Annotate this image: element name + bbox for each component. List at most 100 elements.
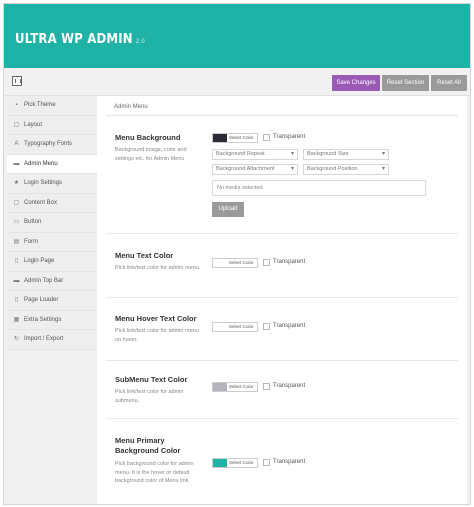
menu-primary-bg-color-chip — [213, 459, 227, 467]
menu-hover-text-color-title: Menu Hover Text Color — [115, 314, 197, 323]
sidebar-item-page-loader[interactable]: ▯ Page Loader — [7, 291, 97, 311]
background-size-select[interactable]: Background Size — [303, 149, 389, 160]
sidebar-item-extra-settings[interactable]: ▦ Extra Settings — [7, 310, 97, 330]
menu-text-color-chip — [213, 259, 227, 267]
app-title-text: ULTRA WP ADMIN — [15, 32, 133, 47]
select-color-label: Select Color — [229, 384, 254, 389]
menu-background-transparent-checkbox[interactable] — [263, 134, 270, 141]
menu-primary-bg-color-picker[interactable]: Select Color — [212, 458, 258, 468]
main-panel: Admin Menu Menu Background Background im… — [97, 96, 467, 504]
sidebar-item-import-export[interactable]: ↻ Import / Export — [7, 330, 97, 350]
sidebar-item-label: Admin Menu — [24, 160, 58, 167]
sidebar-item-label: Login Page — [24, 258, 55, 264]
sidebar-item-content-box[interactable]: ▢ Content Box — [7, 193, 97, 213]
media-url-field[interactable]: No media selected — [212, 180, 426, 196]
menu-primary-bg-transparent-label: Transparent — [273, 459, 306, 465]
page-icon: ▯ — [14, 258, 19, 264]
sidebar-item-label: Button — [24, 219, 42, 225]
button-icon: ▭ — [13, 219, 20, 225]
select-color-label: Select Color — [229, 324, 254, 329]
app-header: ULTRA WP ADMIN 2.0 — [4, 4, 470, 68]
sidebar-item-form[interactable]: ▤ Form — [7, 232, 97, 252]
menu-hover-text-color-chip — [213, 323, 227, 331]
loader-icon: ▯ — [14, 297, 19, 303]
menu-background-color-chip — [213, 134, 227, 142]
sidebar-item-admin-menu[interactable]: ▬ Admin Menu — [7, 154, 97, 174]
sidebar-item-pick-theme[interactable]: ▪ Pick Theme — [7, 96, 97, 116]
upload-button[interactable]: Upload — [212, 202, 244, 217]
submenu-transparent-checkbox[interactable] — [263, 383, 270, 390]
topbar-icon: ▬ — [13, 277, 20, 284]
menu-primary-bg-title-line2: Background Color — [115, 446, 181, 455]
menu-primary-bg-title-line1: Menu Primary — [115, 436, 165, 445]
star-icon: ★ — [13, 180, 20, 186]
menu-background-color-picker[interactable]: Select Color — [212, 133, 258, 143]
sidebar-item-label: Import / Export — [24, 336, 64, 342]
menu-hover-text-color-desc: Pick link/text color for admin menu on h… — [115, 328, 199, 343]
sidebar-item-label: Typography Fonts — [24, 141, 73, 147]
menu-background-transparent-label: Transparent — [273, 134, 306, 140]
row-divider — [106, 418, 458, 419]
box-icon: ▢ — [13, 199, 20, 206]
menu-text-color-desc: Pick link/text color for admin menu. — [115, 265, 201, 271]
sidebar-item-layout[interactable]: ▢ Layout — [7, 115, 97, 135]
menu-hover-transparent-label: Transparent — [273, 323, 306, 329]
menu-text-color-picker[interactable]: Select Color — [212, 258, 258, 268]
submenu-text-color-picker[interactable]: Select Color — [212, 382, 258, 392]
form-icon: ▤ — [13, 238, 20, 245]
select-color-label: Select Color — [229, 260, 254, 265]
section-title: Admin Menu — [114, 104, 148, 110]
menu-background-desc: Background image, color and settings etc… — [115, 147, 187, 162]
row-divider — [106, 233, 458, 234]
sidebar-item-label: Login Settings — [24, 180, 63, 186]
select-color-label: Select Color — [229, 135, 254, 140]
submenu-text-color-chip — [213, 383, 227, 391]
app-frame: ULTRA WP ADMIN 2.0 Save Changes Reset Sec… — [3, 3, 471, 505]
sidebar-item-login-settings[interactable]: ★ Login Settings — [7, 174, 97, 194]
menu-hover-transparent-checkbox[interactable] — [263, 323, 270, 330]
save-changes-button[interactable]: Save Changes — [332, 75, 380, 91]
sidebar-nav: ▪ Pick Theme ▢ Layout A Typography Fonts ▬ Admi… — [7, 96, 97, 350]
reset-all-button[interactable]: Reset All — [431, 75, 467, 91]
row-divider — [106, 297, 458, 298]
sidebar-item-admin-top-bar[interactable]: ▬ Admin Top Bar — [7, 271, 97, 291]
sidebar-item-label: Page Loader — [24, 297, 59, 303]
sidebar-item-label: Content Box — [24, 199, 58, 206]
background-attachment-select[interactable]: Background Attachment — [212, 164, 298, 175]
refresh-icon: ↻ — [13, 336, 20, 342]
reset-section-button[interactable]: Reset Section — [382, 75, 429, 91]
menu-toggle-icon[interactable] — [12, 76, 22, 86]
toolbar: Save Changes Reset Section Reset All — [4, 68, 470, 96]
menu-text-color-title: Menu Text Color — [115, 251, 174, 260]
sidebar-item-label: Pick Theme — [24, 102, 56, 108]
sidebar-item-label: Extra Settings — [24, 316, 62, 323]
gear-icon: ▦ — [13, 316, 20, 323]
app-title: ULTRA WP ADMIN 2.0 — [15, 32, 145, 47]
submenu-transparent-label: Transparent — [273, 383, 306, 389]
submenu-text-color-title: SubMenu Text Color — [115, 375, 188, 384]
menu-primary-bg-title: Menu Primary Background Color — [115, 436, 180, 456]
menu-primary-bg-transparent-checkbox[interactable] — [263, 459, 270, 466]
sidebar-item-button[interactable]: ▭ Button — [7, 213, 97, 233]
sidebar-item-login-page[interactable]: ▯ Login Page — [7, 252, 97, 272]
menu-icon: ▬ — [13, 160, 20, 167]
submenu-text-color-desc: Pick link/text color for admin submenu. — [115, 389, 184, 404]
menu-text-transparent-checkbox[interactable] — [263, 259, 270, 266]
background-repeat-select[interactable]: Background Repeat — [212, 149, 298, 160]
section-divider — [106, 115, 458, 116]
sidebar-item-label: Admin Top Bar — [24, 277, 64, 284]
select-color-label: Select Color — [229, 460, 254, 465]
sidebar-item-label: Form — [24, 238, 38, 245]
menu-background-title: Menu Background — [115, 133, 181, 142]
menu-text-transparent-label: Transparent — [273, 259, 306, 265]
sidebar-item-label: Layout — [24, 121, 43, 128]
background-position-select[interactable]: Background Position — [303, 164, 389, 175]
row-divider — [106, 360, 458, 361]
menu-hover-text-color-picker[interactable]: Select Color — [212, 322, 258, 332]
app-version: 2.0 — [135, 38, 145, 45]
layout-icon: ▢ — [13, 121, 20, 128]
menu-primary-bg-desc: Pick background color for admin menu. It… — [115, 461, 194, 484]
font-icon: A — [14, 141, 19, 147]
sidebar-item-typography-fonts[interactable]: A Typography Fonts — [7, 135, 97, 155]
paint-icon: ▪ — [15, 102, 18, 108]
